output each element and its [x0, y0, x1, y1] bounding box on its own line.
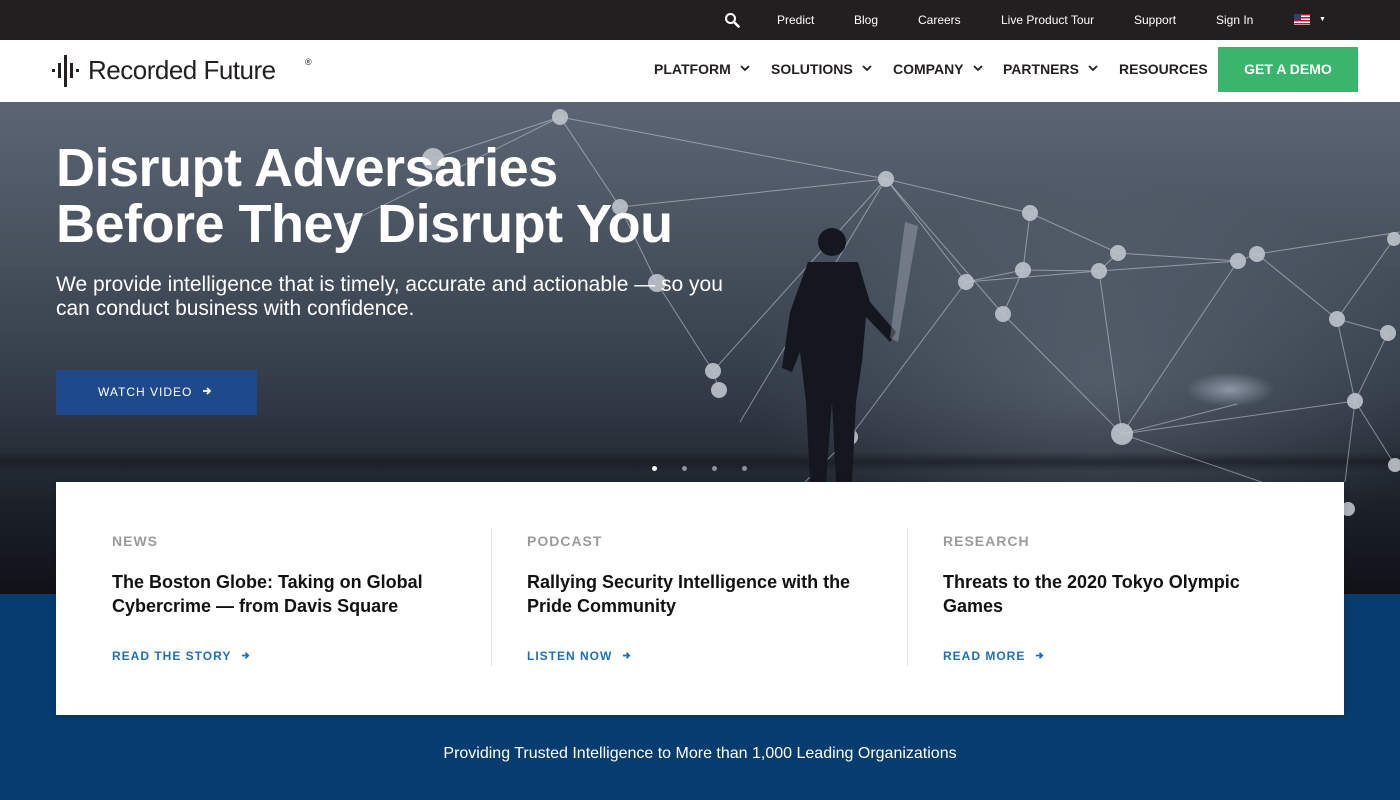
arrow-right-icon — [203, 387, 212, 395]
utility-link-sign-in[interactable]: Sign In — [1216, 0, 1253, 40]
chevron-down-icon — [1088, 65, 1098, 72]
card-link-label: READ MORE — [943, 649, 1026, 663]
person-silhouette — [782, 228, 896, 482]
us-flag-icon[interactable] — [1294, 14, 1310, 25]
utility-link-live-product-tour[interactable]: Live Product Tour — [1001, 0, 1094, 40]
registered-mark: ® — [305, 57, 312, 67]
carousel-dot-2[interactable] — [682, 466, 687, 471]
read-the-story-link[interactable]: READ THE STORY — [112, 649, 250, 663]
nav-solutions-label: SOLUTIONS — [771, 61, 853, 77]
arrow-right-icon — [1036, 652, 1044, 659]
card-research: RESEARCH Threats to the 2020 Tokyo Olymp… — [943, 528, 1293, 666]
chevron-down-icon — [972, 65, 983, 72]
card-category: NEWS — [112, 533, 158, 549]
arrow-right-icon — [623, 652, 631, 659]
search-icon[interactable] — [724, 12, 740, 28]
card-divider — [491, 528, 492, 666]
carousel-pagination — [650, 466, 760, 474]
card-category: PODCAST — [527, 533, 603, 549]
nav-company[interactable]: COMPANY — [893, 40, 983, 102]
carousel-dot-4[interactable] — [742, 466, 747, 471]
card-news: NEWS The Boston Globe: Taking on Global … — [112, 528, 462, 666]
carousel-dot-1[interactable] — [652, 466, 657, 471]
chevron-down-icon — [740, 65, 750, 72]
carousel-dot-3[interactable] — [712, 466, 717, 471]
utility-link-blog[interactable]: Blog — [854, 0, 878, 40]
card-divider — [907, 528, 908, 666]
card-title[interactable]: Rallying Security Intelligence with the … — [527, 570, 867, 618]
read-more-link[interactable]: READ MORE — [943, 649, 1044, 663]
utility-link-careers[interactable]: Careers — [918, 0, 961, 40]
card-category: RESEARCH — [943, 533, 1030, 549]
logo-wordmark: Recorded Future — [88, 55, 276, 85]
trust-band-text: Providing Trusted Intelligence to More t… — [443, 745, 957, 762]
hero-title-line-1: Disrupt Adversaries — [56, 138, 558, 198]
nav-resources[interactable]: RESOURCES — [1119, 40, 1208, 102]
card-podcast: PODCAST Rallying Security Intelligence w… — [527, 528, 877, 666]
hero-title: Disrupt Adversaries Before They Disrupt … — [56, 140, 776, 252]
watch-video-label: WATCH VIDEO — [98, 385, 193, 399]
nav-platform[interactable]: PLATFORM — [654, 40, 750, 102]
card-link-label: READ THE STORY — [112, 649, 232, 663]
hero-title-line-2: Before They Disrupt You — [56, 194, 673, 254]
nav-partners-label: PARTNERS — [1003, 61, 1079, 77]
logo-mark-icon — [52, 55, 79, 87]
featured-cards: NEWS The Boston Globe: Taking on Global … — [56, 482, 1344, 715]
arrow-right-icon — [242, 652, 250, 659]
hero-subtitle: We provide intelligence that is timely, … — [56, 273, 723, 320]
utility-link-predict[interactable]: Predict — [777, 0, 814, 40]
watch-video-button[interactable]: WATCH VIDEO — [56, 370, 257, 415]
nav-platform-label: PLATFORM — [654, 61, 731, 77]
chevron-down-icon — [862, 65, 872, 72]
flashlight-beam — [890, 222, 918, 342]
get-a-demo-button[interactable]: GET A DEMO — [1218, 47, 1358, 92]
nav-solutions[interactable]: SOLUTIONS — [771, 40, 872, 102]
listen-now-link[interactable]: LISTEN NOW — [527, 649, 631, 663]
utility-bar: Predict Blog Careers Live Product Tour S… — [0, 0, 1400, 40]
card-link-label: LISTEN NOW — [527, 649, 613, 663]
card-title[interactable]: Threats to the 2020 Tokyo Olympic Games — [943, 570, 1283, 618]
utility-link-support[interactable]: Support — [1134, 0, 1176, 40]
card-title[interactable]: The Boston Globe: Taking on Global Cyber… — [112, 570, 452, 618]
logo[interactable]: Recorded Future ® — [52, 54, 314, 88]
nav-partners[interactable]: PARTNERS — [1003, 40, 1098, 102]
language-caret-icon[interactable]: ▼ — [1319, 13, 1326, 27]
main-nav: Recorded Future ® PLATFORM SOLUTIONS COM… — [0, 40, 1400, 102]
nav-company-label: COMPANY — [893, 61, 964, 77]
